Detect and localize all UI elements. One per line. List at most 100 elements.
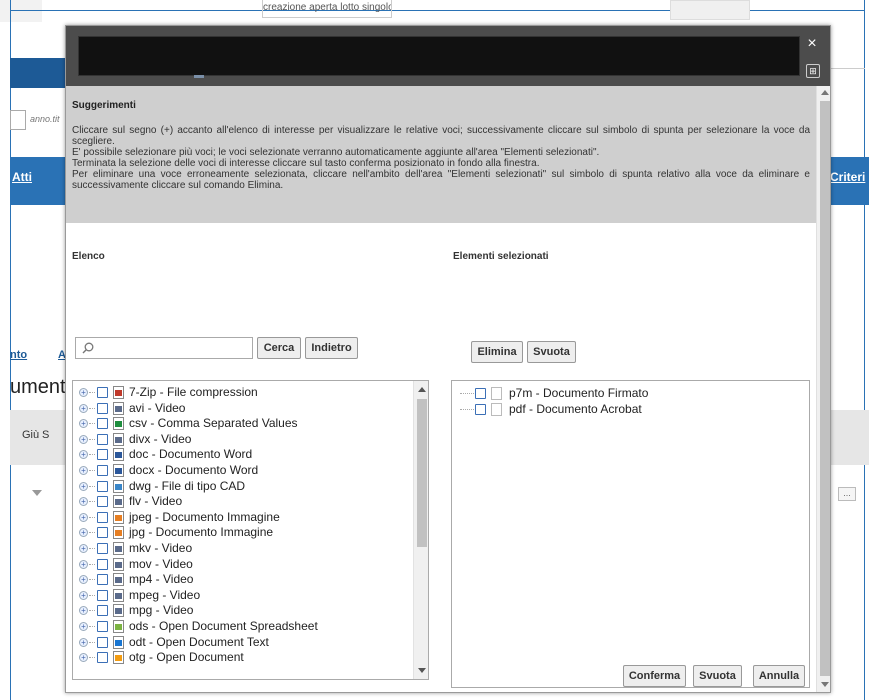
- image-file-icon: [113, 526, 124, 540]
- item-label[interactable]: ods - Open Document Spreadsheet: [129, 619, 318, 634]
- item-checkbox[interactable]: [97, 621, 108, 632]
- expand-icon[interactable]: +: [79, 606, 88, 616]
- item-checkbox[interactable]: [97, 418, 108, 430]
- selected-checkbox[interactable]: [475, 403, 486, 415]
- titlebar-sliver: [194, 75, 204, 78]
- tree-connector: [89, 501, 95, 503]
- item-label[interactable]: jpeg - Documento Immagine: [129, 510, 280, 525]
- list-item: + dwg - File di tipo CAD: [73, 479, 411, 495]
- back-button[interactable]: Indietro: [305, 337, 358, 359]
- item-label[interactable]: mov - Video: [129, 557, 193, 572]
- search-input[interactable]: [75, 337, 253, 359]
- expand-icon[interactable]: +: [79, 575, 88, 585]
- item-checkbox[interactable]: [97, 496, 108, 508]
- dialog-body: Suggerimenti Cliccare sul segno (+) acca…: [66, 86, 830, 692]
- item-checkbox[interactable]: [97, 574, 108, 586]
- item-checkbox[interactable]: [97, 543, 108, 554]
- item-label[interactable]: mp4 - Video: [129, 572, 193, 587]
- expand-icon[interactable]: +: [79, 590, 88, 600]
- list-scrollbar[interactable]: [413, 381, 428, 679]
- item-label[interactable]: odt - Open Document Text: [129, 635, 269, 650]
- item-checkbox[interactable]: [97, 636, 108, 648]
- expand-icon[interactable]: +: [79, 434, 88, 444]
- item-label[interactable]: docx - Documento Word: [129, 463, 258, 478]
- grid-icon[interactable]: ⊞: [806, 64, 820, 78]
- expand-icon[interactable]: +: [79, 481, 88, 491]
- list-item: + mov - Video: [73, 557, 411, 573]
- item-checkbox[interactable]: [97, 387, 108, 398]
- item-label[interactable]: jpg - Documento Immagine: [129, 525, 273, 540]
- list-item: + flv - Video: [73, 494, 411, 510]
- drawing-file-icon: [113, 651, 124, 665]
- expand-icon[interactable]: +: [79, 388, 88, 397]
- list-item: + divx - Video: [73, 432, 411, 448]
- item-checkbox[interactable]: [97, 652, 108, 664]
- item-label[interactable]: otg - Open Document: [129, 650, 244, 665]
- item-label[interactable]: dwg - File di tipo CAD: [129, 479, 245, 494]
- expand-icon[interactable]: +: [79, 622, 88, 631]
- item-checkbox[interactable]: [97, 449, 108, 461]
- expand-icon[interactable]: +: [79, 528, 88, 538]
- search-button[interactable]: Cerca: [257, 337, 301, 359]
- selected-item-label[interactable]: p7m - Documento Firmato: [509, 386, 648, 401]
- item-label[interactable]: avi - Video: [129, 401, 185, 416]
- scroll-thumb[interactable]: [417, 399, 427, 547]
- item-label[interactable]: flv - Video: [129, 494, 182, 509]
- cancel-button[interactable]: Annulla: [753, 665, 805, 687]
- expand-icon[interactable]: +: [79, 559, 88, 569]
- item-label[interactable]: 7-Zip - File compression: [129, 385, 258, 400]
- item-checkbox[interactable]: [97, 511, 108, 523]
- footer-clear-button[interactable]: Svuota: [693, 665, 742, 687]
- hint-line: E' possibile selezionare più voci; le vo…: [72, 147, 600, 158]
- expand-icon[interactable]: +: [79, 419, 88, 429]
- tree-connector: [89, 392, 95, 393]
- tree-connector: [89, 610, 95, 612]
- item-checkbox[interactable]: [97, 465, 108, 476]
- scroll-thumb[interactable]: [820, 101, 830, 676]
- expand-icon[interactable]: +: [79, 466, 88, 475]
- expand-icon[interactable]: +: [79, 512, 88, 522]
- background-header-bar: [10, 58, 70, 88]
- item-checkbox[interactable]: [97, 433, 108, 445]
- expand-icon[interactable]: +: [79, 450, 88, 460]
- item-checkbox[interactable]: [97, 402, 108, 414]
- expand-icon[interactable]: +: [79, 637, 88, 647]
- scroll-up-icon[interactable]: [418, 387, 426, 392]
- item-label[interactable]: csv - Comma Separated Values: [129, 416, 298, 431]
- item-checkbox[interactable]: [97, 605, 108, 617]
- list-item: + otg - Open Document: [73, 650, 411, 666]
- background-heading: ument: [10, 376, 66, 398]
- tree-connector: [89, 532, 95, 534]
- item-label[interactable]: mkv - Video: [129, 541, 192, 556]
- scroll-down-icon[interactable]: [418, 668, 426, 673]
- item-label[interactable]: mpeg - Video: [129, 588, 200, 603]
- expand-icon[interactable]: +: [79, 653, 88, 663]
- clear-selected-button[interactable]: Svuota: [527, 341, 576, 363]
- selected-checkbox[interactable]: [475, 388, 486, 399]
- item-label[interactable]: doc - Documento Word: [129, 447, 252, 462]
- dialog-scrollbar[interactable]: [816, 86, 830, 692]
- confirm-button[interactable]: Conferma: [623, 665, 686, 687]
- expand-icon[interactable]: +: [79, 403, 88, 413]
- item-label[interactable]: mpg - Video: [129, 603, 193, 618]
- scroll-up-icon[interactable]: [821, 90, 829, 95]
- expand-icon[interactable]: +: [79, 497, 88, 507]
- hint-line: Cliccare sul segno (+) accanto all'elenc…: [72, 125, 810, 147]
- delete-button[interactable]: Elimina: [471, 341, 523, 363]
- video-file-icon: [113, 401, 124, 415]
- scroll-down-icon[interactable]: [821, 682, 829, 687]
- background-year-input: [10, 110, 26, 130]
- selected-item-label[interactable]: pdf - Documento Acrobat: [509, 402, 642, 417]
- item-label[interactable]: divx - Video: [129, 432, 191, 447]
- item-checkbox[interactable]: [97, 589, 108, 601]
- text-file-icon: [113, 635, 124, 649]
- list-panel-title: Elenco: [72, 251, 105, 262]
- expand-icon[interactable]: +: [79, 544, 88, 553]
- item-checkbox[interactable]: [97, 558, 108, 570]
- close-icon[interactable]: ×: [802, 34, 822, 54]
- item-checkbox[interactable]: [97, 480, 108, 492]
- tree-connector: [89, 485, 95, 487]
- item-checkbox[interactable]: [97, 527, 108, 539]
- list-item: + jpeg - Documento Immagine: [73, 510, 411, 526]
- hints-box: Suggerimenti Cliccare sul segno (+) acca…: [66, 86, 816, 223]
